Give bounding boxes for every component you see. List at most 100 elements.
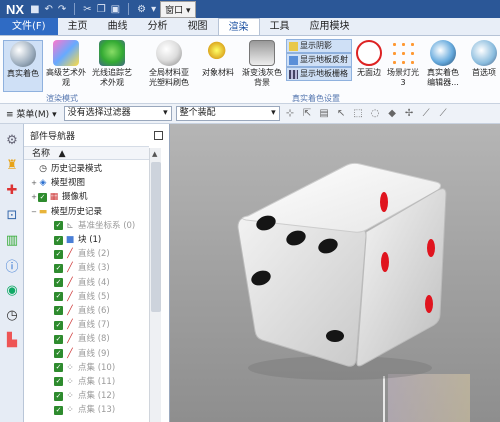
visibility-checkbox[interactable]: ✓ [54,363,63,373]
tree-row[interactable]: ✓ ⁘ 点集 (11) [24,375,150,389]
selection-filter-select[interactable]: 没有选择过滤器 ▾ [63,106,172,121]
tree-row[interactable]: ✓ ■ 块 (1) [24,233,150,247]
tree-row[interactable]: ✓ ╱ 直线 (4) [24,276,150,290]
redo-icon[interactable]: ↷ [58,4,66,15]
visibility-checkbox[interactable]: ✓ [54,334,63,344]
tree-row[interactable]: ✓ ⊾ 基准坐标系 (0) [24,219,150,233]
tree-row[interactable]: − ▬ 模型历史记录 [24,205,150,219]
visibility-checkbox[interactable]: ✓ [54,320,63,330]
global-material-label: 全局材料亚光塑料刷色 [149,68,189,87]
graphics-viewport[interactable] [170,124,500,422]
visibility-checkbox[interactable]: ✓ [54,263,63,273]
cut-icon[interactable]: ✂ [83,4,91,15]
copy-icon[interactable]: ❐ [97,4,106,15]
tree-row[interactable]: ✓ ╱ 直线 (5) [24,290,150,304]
model-view-icon: ◈ [39,178,47,189]
save-icon[interactable]: ■ [30,4,39,15]
line-snap-icon[interactable]: ⟋ [420,107,433,120]
tree-row[interactable]: ◷ 历史记录模式 [24,162,150,176]
tree-row[interactable]: ✓ ⁘ 点集 (12) [24,389,150,403]
title-bar: NX ■ ↶ ↷ ✂ ❐ ▣ ⚙ ▾ 窗口 ▾ [0,0,500,18]
tree-row[interactable]: ✓ ╱ 直线 (9) [24,346,150,360]
snap-icon[interactable]: ⊹ [284,107,297,120]
scene-light-button[interactable]: 场景灯光 3 [384,40,422,88]
constraint-navigator-icon[interactable]: ✚ [3,181,21,199]
gradient-background-button[interactable]: 渐变浅灰色背景 [242,40,282,88]
tab-home[interactable]: 主页 [58,18,98,35]
show-floor-grid-toggle[interactable]: 显示地板栅格 [286,67,352,81]
tree-row[interactable]: ✓ ⁘ 点集 (10) [24,361,150,375]
no-face-edge-button[interactable]: 无面边 [354,40,384,78]
more-icon[interactable]: ▾ [151,4,156,15]
paste-icon[interactable]: ▣ [111,4,120,15]
visibility-checkbox[interactable]: ✓ [54,405,63,415]
column-header-name[interactable]: 名称 ▲ [24,146,149,160]
window-menu[interactable]: 窗口 ▾ [160,0,196,18]
select-icon[interactable]: ⇱ [301,107,314,120]
tree-row[interactable]: ✓ ╱ 直线 (6) [24,304,150,318]
tree-row[interactable]: + ◈ 模型视图 [24,176,150,190]
advanced-studio-button[interactable]: 高级艺术外观 [46,40,86,88]
arrow-icon[interactable]: ↖ [335,107,348,120]
visibility-checkbox[interactable]: ✓ [54,249,63,259]
tree-row[interactable]: ✓ ╱ 直线 (3) [24,261,150,275]
tree-row[interactable]: ✓ ╱ 直线 (7) [24,318,150,332]
web-browser-icon[interactable]: ◉ [3,281,21,299]
assembly-navigator-icon[interactable]: ♜ [3,156,21,174]
tree-row[interactable]: + ✓ ▦ 摄像机 [24,190,150,204]
object-material-button[interactable]: 对象材料 [198,40,238,78]
global-material-button[interactable]: 全局材料亚光塑料刷色 [146,40,192,88]
touch-mode-icon[interactable]: ⚙ [137,4,146,15]
tab-application[interactable]: 应用模块 [300,18,360,35]
expand-toggle-icon[interactable]: + [30,190,38,204]
undo-icon[interactable]: ↶ [45,4,53,15]
tree-row-label: 模型视图 [51,178,86,189]
raytrace-studio-button[interactable]: 光线追踪艺术外观 [92,40,132,88]
reuse-library-icon[interactable]: ▥ [3,231,21,249]
visibility-checkbox[interactable]: ✓ [54,377,63,387]
show-shadow-toggle[interactable]: 显示阴影 [286,39,352,53]
tree-row-label: 点集 (11) [78,376,116,387]
info-icon[interactable]: ⓘ [3,256,21,275]
preferences-button[interactable]: 首选项 [468,40,500,78]
cube-icon[interactable]: ◆ [386,107,399,120]
lasso-icon[interactable]: ◌ [369,107,382,120]
tab-tools[interactable]: 工具 [260,18,300,35]
visibility-checkbox[interactable]: ✓ [54,292,63,302]
show-floor-reflection-toggle[interactable]: 显示地板反射 [286,53,352,67]
visibility-checkbox[interactable]: ✓ [54,278,63,288]
visibility-checkbox[interactable]: ✓ [54,391,63,401]
true-shading-editor-button[interactable]: 真实着色编辑器... [424,40,462,88]
tree-row[interactable]: ✓ ⁘ 点集 (13) [24,403,150,417]
assembly-scope-select[interactable]: 整个装配 ▾ [175,106,280,121]
part-navigator-icon[interactable]: ⊡ [3,206,21,224]
maximize-icon[interactable] [154,130,163,140]
visibility-checkbox[interactable]: ✓ [38,192,47,202]
tab-view[interactable]: 视图 [178,18,218,35]
history-icon[interactable]: ◷ [3,306,21,324]
true-shading-button[interactable]: 真实着色 [3,40,43,92]
tab-curve[interactable]: 曲线 [98,18,138,35]
navigator-scrollbar[interactable]: ▲ [149,148,161,422]
gear-icon[interactable]: ⚙ [3,131,21,149]
rectangle-select-icon[interactable]: ⬚ [352,107,365,120]
visibility-checkbox[interactable]: ✓ [54,221,63,231]
tree-row[interactable]: ✓ ╱ 直线 (2) [24,247,150,261]
menu-button[interactable]: ≡ 菜单(M) ▾ [3,107,60,120]
scroll-thumb[interactable] [151,162,161,312]
visibility-checkbox[interactable]: ✓ [54,306,63,316]
system-materials-icon[interactable]: ▙ [3,331,21,349]
tab-analysis[interactable]: 分析 [138,18,178,35]
point-snap-icon[interactable]: ✢ [403,107,416,120]
filter-icon[interactable]: ▤ [318,107,331,120]
tab-render[interactable]: 渲染 [217,18,260,35]
expand-toggle-icon[interactable]: + [30,176,38,190]
curve-snap-icon[interactable]: ⟋ [437,107,450,120]
tree-row[interactable]: ✓ ╱ 直线 (8) [24,332,150,346]
scroll-up-icon[interactable]: ▲ [152,150,157,158]
expand-toggle-icon[interactable]: − [30,205,38,219]
tree-row-label: 直线 (6) [78,305,110,316]
tab-file[interactable]: 文件(F) [0,18,58,35]
visibility-checkbox[interactable]: ✓ [54,349,63,359]
visibility-checkbox[interactable]: ✓ [54,235,63,245]
